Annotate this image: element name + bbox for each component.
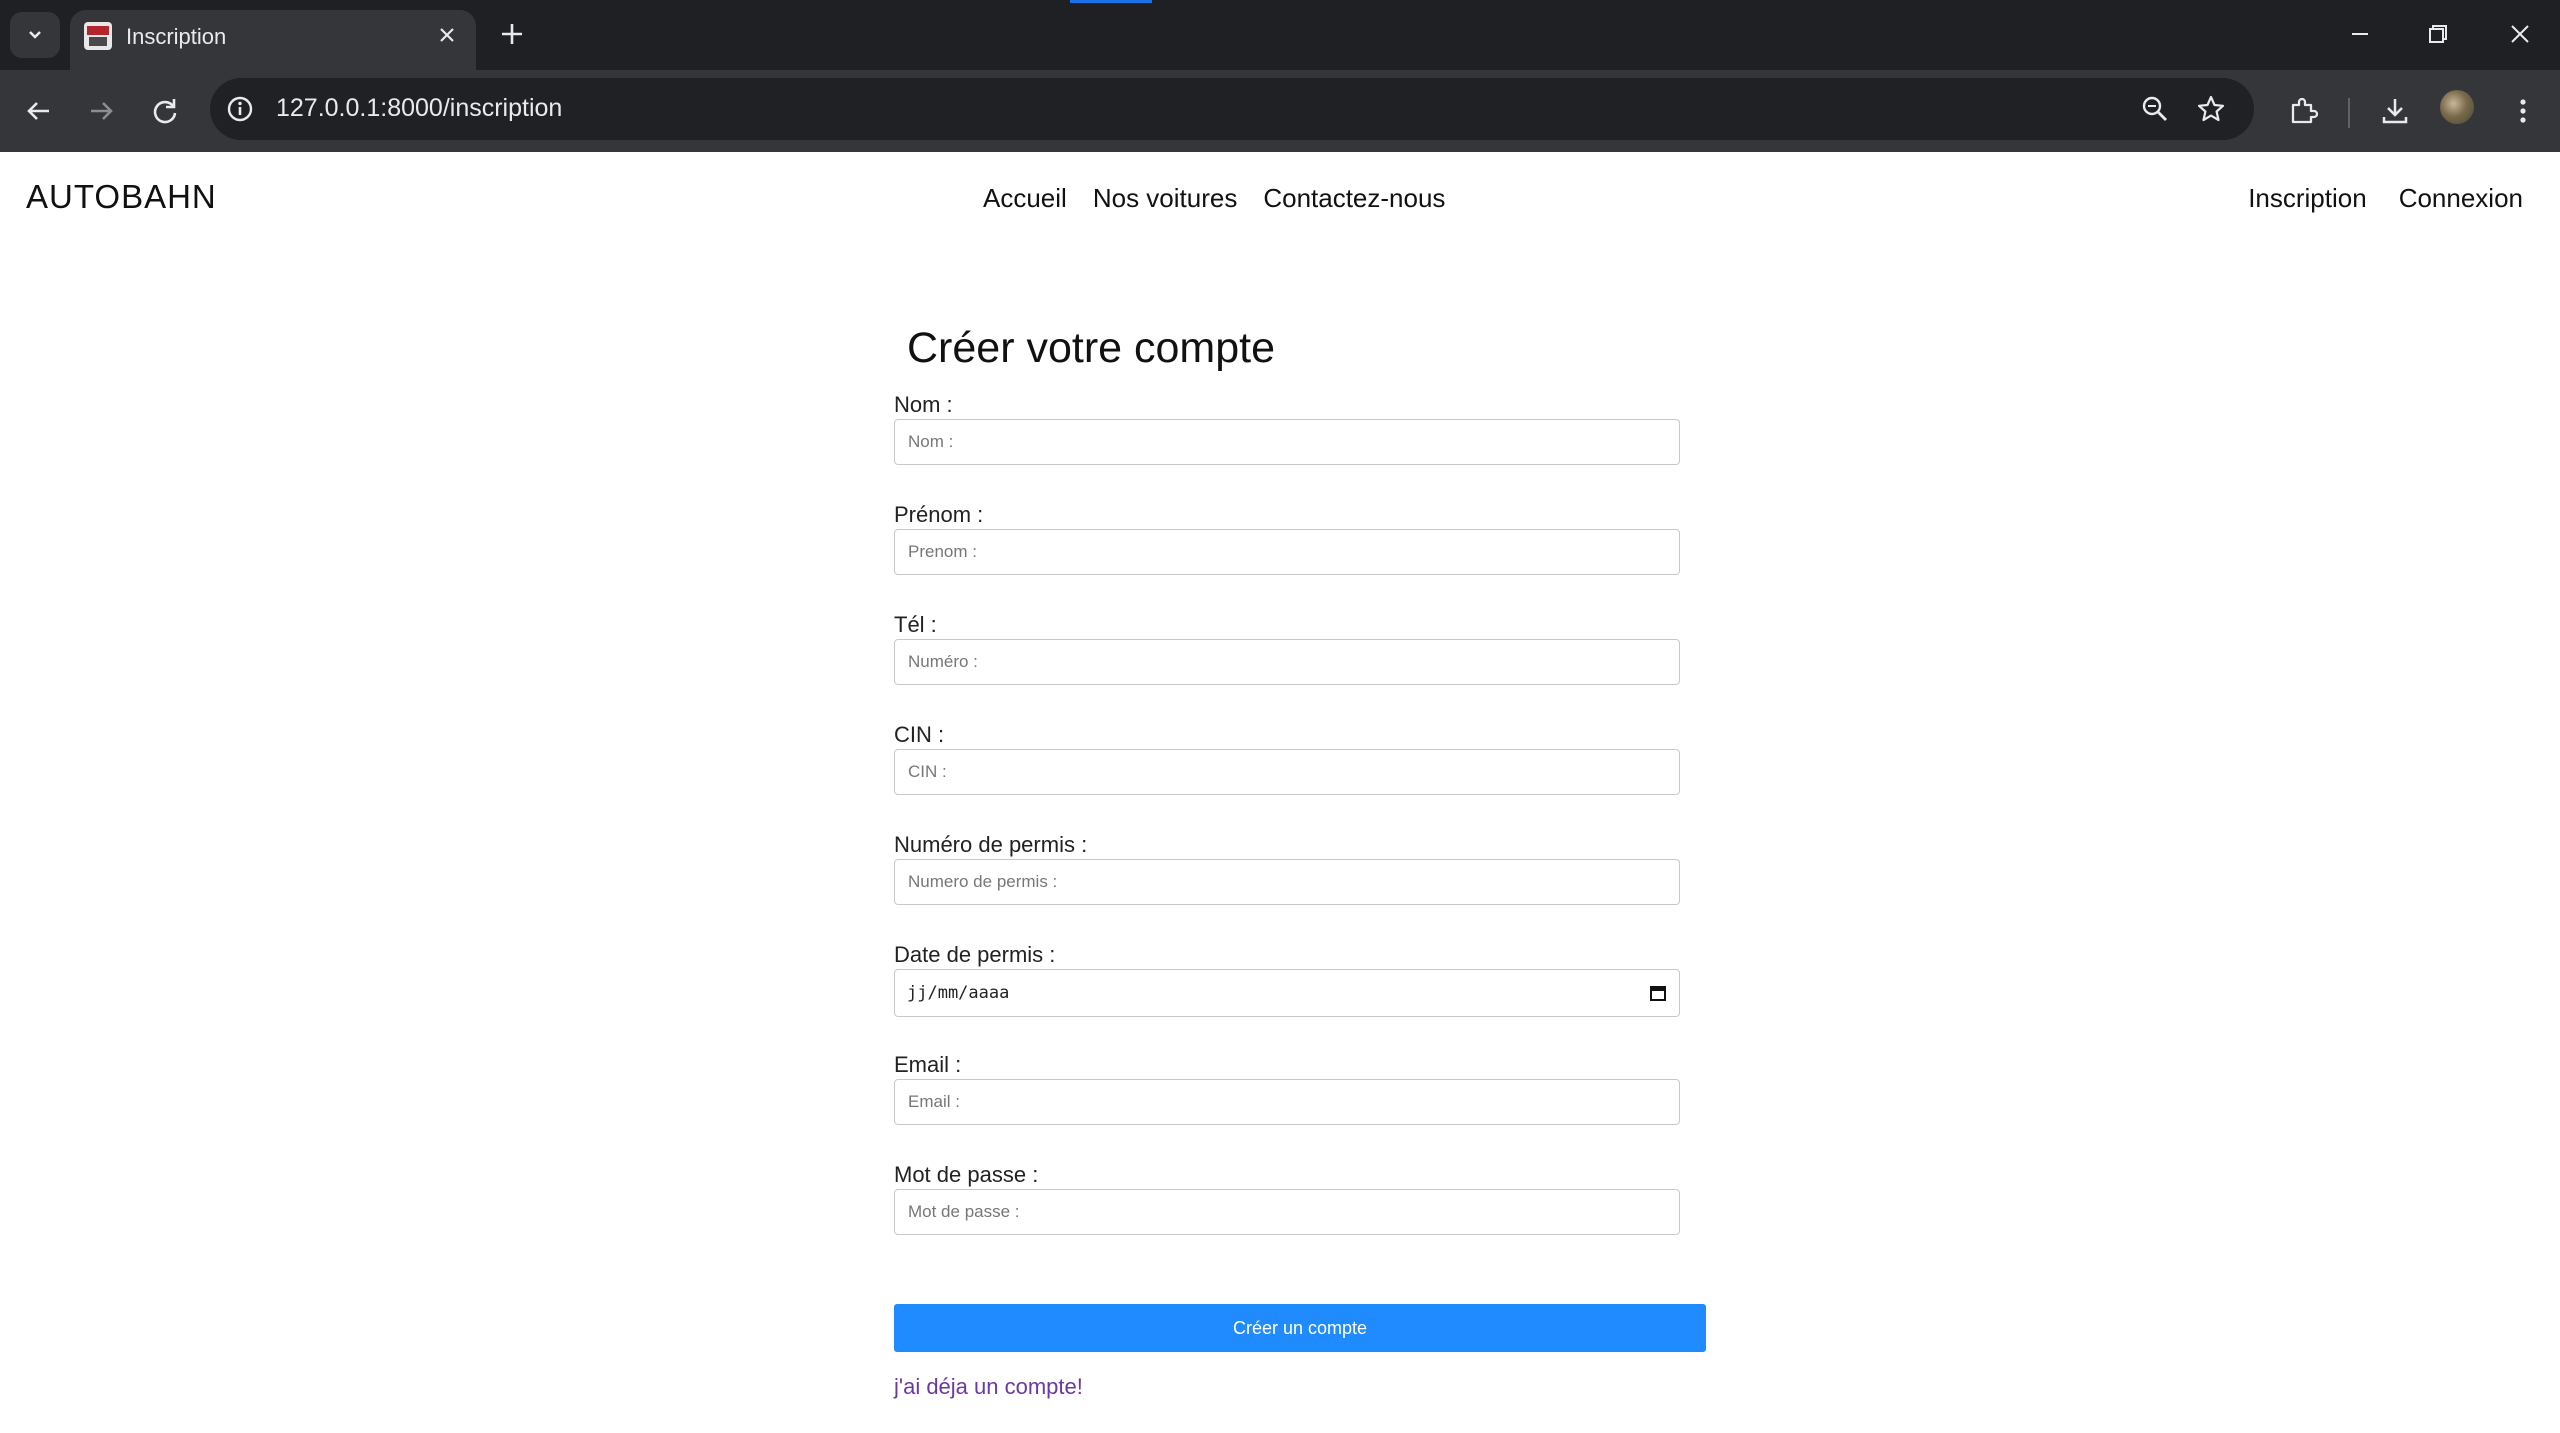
zoom-icon[interactable] xyxy=(2140,94,2170,124)
tab-search-button[interactable] xyxy=(10,12,60,58)
back-icon[interactable] xyxy=(22,94,56,128)
login-link[interactable]: j'ai déja un compte! xyxy=(894,1374,1083,1400)
numero-permis-input[interactable] xyxy=(894,859,1680,905)
nom-input[interactable] xyxy=(894,419,1680,465)
field-label: Prénom : xyxy=(894,502,984,527)
site-header: AUTOBAHN Accueil Nos voitures Contactez-… xyxy=(0,152,2560,242)
more-menu-icon[interactable] xyxy=(2506,94,2540,128)
address-bar[interactable]: 127.0.0.1:8000/inscription xyxy=(210,78,2254,140)
browser-toolbar: 127.0.0.1:8000/inscription xyxy=(0,70,2560,152)
window-close-icon[interactable] xyxy=(2506,20,2534,48)
field-mot-de-passe: Mot de passe : xyxy=(894,1162,1706,1272)
forward-icon[interactable] xyxy=(84,94,118,128)
password-input[interactable] xyxy=(894,1189,1680,1235)
download-icon[interactable] xyxy=(2378,94,2412,128)
bookmark-star-icon[interactable] xyxy=(2196,94,2226,124)
field-email: Email : xyxy=(894,1052,1706,1162)
prenom-input[interactable] xyxy=(894,529,1680,575)
field-label: Date de permis : xyxy=(894,942,1056,967)
tel-input[interactable] xyxy=(894,639,1680,685)
loading-indicator xyxy=(1070,0,1152,3)
new-tab-icon[interactable] xyxy=(496,18,528,50)
nav-link-nos-voitures[interactable]: Nos voitures xyxy=(1093,183,1238,214)
chevron-down-icon xyxy=(29,31,41,39)
field-label: Email : xyxy=(894,1052,962,1077)
url-text[interactable]: 127.0.0.1:8000/inscription xyxy=(276,94,562,123)
cin-input[interactable] xyxy=(894,749,1680,795)
field-label: Nom : xyxy=(894,392,953,417)
toolbar-divider xyxy=(2348,98,2350,128)
close-icon[interactable] xyxy=(436,24,458,46)
email-input[interactable] xyxy=(894,1079,1680,1125)
nav-link-inscription[interactable]: Inscription xyxy=(2248,183,2367,214)
reload-icon[interactable] xyxy=(148,94,182,128)
calendar-icon[interactable] xyxy=(1649,984,1667,1002)
tab-title: Inscription xyxy=(126,24,227,49)
browser-tabstrip: Inscription xyxy=(0,0,2560,70)
field-label: CIN : xyxy=(894,722,945,747)
field-date-permis: Date de permis : jj/mm/aaaa xyxy=(894,942,1706,1052)
auth-nav: Inscription Connexion xyxy=(2248,183,2523,214)
site-logo[interactable]: AUTOBAHN xyxy=(26,178,217,216)
nav-link-accueil[interactable]: Accueil xyxy=(983,183,1067,214)
restore-icon[interactable] xyxy=(2424,20,2452,48)
profile-avatar[interactable] xyxy=(2440,90,2474,124)
field-tel: Tél : xyxy=(894,612,1706,722)
field-numero-permis: Numéro de permis : xyxy=(894,832,1706,942)
date-permis-input[interactable]: jj/mm/aaaa xyxy=(894,969,1680,1017)
field-prenom: Prénom : xyxy=(894,502,1706,612)
registration-form: Créer votre compte Nom : Prénom : Tél : … xyxy=(894,322,1706,1399)
favicon-icon xyxy=(84,22,112,50)
create-account-button[interactable]: Créer un compte xyxy=(894,1304,1706,1352)
minimize-icon[interactable] xyxy=(2346,20,2374,48)
field-label: Tél : xyxy=(894,612,937,637)
nav-link-contactez-nous[interactable]: Contactez-nous xyxy=(1263,183,1445,214)
browser-tab[interactable]: Inscription xyxy=(70,10,476,70)
field-nom: Nom : xyxy=(894,392,1706,502)
field-label: Mot de passe : xyxy=(894,1162,1039,1187)
date-value: jj/mm/aaaa xyxy=(907,983,1010,1003)
page-title: Créer votre compte xyxy=(907,324,1276,372)
main-nav: Accueil Nos voitures Contactez-nous xyxy=(983,183,1445,214)
field-cin: CIN : xyxy=(894,722,1706,832)
nav-link-connexion[interactable]: Connexion xyxy=(2399,183,2523,214)
site-info-icon[interactable] xyxy=(224,93,256,125)
field-label: Numéro de permis : xyxy=(894,832,1088,857)
extensions-icon[interactable] xyxy=(2286,94,2320,128)
